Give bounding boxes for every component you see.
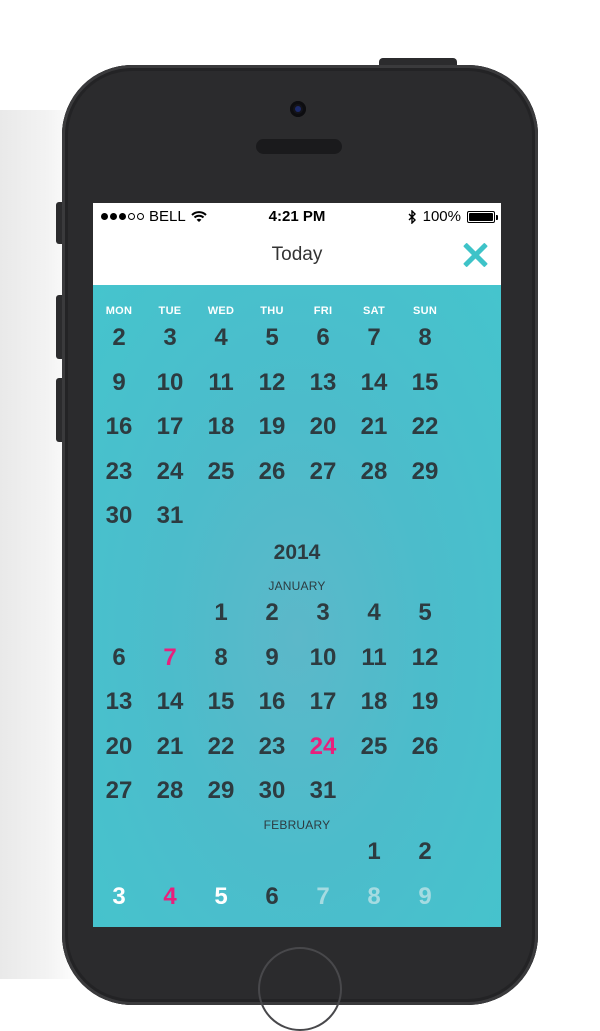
january-day[interactable]: 11 xyxy=(349,643,399,673)
january-day[interactable]: 5 xyxy=(400,598,450,628)
january-day[interactable]: 14 xyxy=(145,687,195,717)
january-day[interactable]: 19 xyxy=(400,687,450,717)
status-bar: BELL 4:21 PM 100% xyxy=(93,203,501,229)
january-day[interactable]: 21 xyxy=(145,732,195,762)
january-day[interactable]: 15 xyxy=(196,687,246,717)
january-day[interactable]: 9 xyxy=(247,643,297,673)
december-day[interactable]: 12 xyxy=(247,368,297,398)
december-day[interactable]: 22 xyxy=(400,412,450,442)
weekday-label: SAT xyxy=(362,305,386,317)
home-button[interactable] xyxy=(258,947,342,1031)
january-day[interactable]: 7 xyxy=(145,643,195,673)
december-day[interactable]: 20 xyxy=(298,412,348,442)
january-day[interactable]: 28 xyxy=(145,776,195,806)
february-day[interactable]: 6 xyxy=(247,882,297,912)
december-day[interactable]: 5 xyxy=(247,323,297,353)
january-day[interactable]: 2 xyxy=(247,598,297,628)
bluetooth-icon xyxy=(408,209,416,224)
january-day[interactable]: 31 xyxy=(298,776,348,806)
january-day[interactable]: 1 xyxy=(196,598,246,628)
nav-bar: Today xyxy=(93,229,501,285)
earpiece-speaker xyxy=(256,139,342,154)
month-label-february: FEBRUARY xyxy=(263,818,331,832)
weekday-label: WED xyxy=(207,305,235,317)
december-day[interactable]: 7 xyxy=(349,323,399,353)
december-day[interactable]: 9 xyxy=(94,368,144,398)
january-day[interactable]: 16 xyxy=(247,687,297,717)
january-day[interactable]: 3 xyxy=(298,598,348,628)
december-day[interactable]: 23 xyxy=(94,457,144,487)
january-day[interactable]: 22 xyxy=(196,732,246,762)
december-day[interactable]: 8 xyxy=(400,323,450,353)
battery-percent: 100% xyxy=(422,208,461,225)
december-day[interactable]: 25 xyxy=(196,457,246,487)
january-day[interactable]: 27 xyxy=(94,776,144,806)
month-label-january: JANUARY xyxy=(268,579,326,593)
december-day[interactable]: 11 xyxy=(196,368,246,398)
december-day[interactable]: 21 xyxy=(349,412,399,442)
january-day[interactable]: 12 xyxy=(400,643,450,673)
weekday-label: FRI xyxy=(313,305,333,317)
january-day[interactable]: 4 xyxy=(349,598,399,628)
december-day[interactable]: 31 xyxy=(145,501,195,531)
february-day[interactable]: 8 xyxy=(349,882,399,912)
february-day[interactable]: 3 xyxy=(94,882,144,912)
status-right-group: 100% xyxy=(408,208,498,225)
battery-icon xyxy=(467,210,498,223)
january-day[interactable]: 23 xyxy=(247,732,297,762)
close-icon[interactable] xyxy=(461,241,489,269)
december-day[interactable]: 14 xyxy=(349,368,399,398)
weekday-label: MON xyxy=(105,305,133,317)
january-day[interactable]: 17 xyxy=(298,687,348,717)
february-day[interactable]: 5 xyxy=(196,882,246,912)
december-day[interactable]: 24 xyxy=(145,457,195,487)
january-day[interactable]: 29 xyxy=(196,776,246,806)
december-day[interactable]: 10 xyxy=(145,368,195,398)
january-day[interactable]: 10 xyxy=(298,643,348,673)
front-camera xyxy=(290,101,306,117)
december-day[interactable]: 27 xyxy=(298,457,348,487)
phone-screen: BELL 4:21 PM 100% Today MON TUE WED THU FRI S… xyxy=(93,203,501,927)
december-day[interactable]: 2 xyxy=(94,323,144,353)
february-day[interactable]: 7 xyxy=(298,882,348,912)
december-day[interactable]: 16 xyxy=(94,412,144,442)
january-day[interactable]: 25 xyxy=(349,732,399,762)
year-label: 2014 xyxy=(273,541,321,564)
december-day[interactable]: 29 xyxy=(400,457,450,487)
january-day[interactable]: 26 xyxy=(400,732,450,762)
weekday-label: TUE xyxy=(158,305,182,317)
january-day[interactable]: 30 xyxy=(247,776,297,806)
february-day[interactable]: 9 xyxy=(400,882,450,912)
december-day[interactable]: 28 xyxy=(349,457,399,487)
february-day[interactable]: 1 xyxy=(349,837,399,867)
january-day[interactable]: 13 xyxy=(94,687,144,717)
december-day[interactable]: 6 xyxy=(298,323,348,353)
december-day[interactable]: 3 xyxy=(145,323,195,353)
february-day[interactable]: 4 xyxy=(145,882,195,912)
december-day[interactable]: 13 xyxy=(298,368,348,398)
weekday-label: THU xyxy=(260,305,284,317)
december-day[interactable]: 15 xyxy=(400,368,450,398)
january-day[interactable]: 18 xyxy=(349,687,399,717)
february-day[interactable]: 2 xyxy=(400,837,450,867)
weekday-label: SUN xyxy=(412,305,438,317)
nav-title: Today xyxy=(271,244,323,265)
december-day[interactable]: 17 xyxy=(145,412,195,442)
january-day[interactable]: 8 xyxy=(196,643,246,673)
calendar-view: MON TUE WED THU FRI SAT SUN 2 3 4 5 6 7 8 9 10 11 12 13 14… xyxy=(93,285,501,927)
december-day[interactable]: 4 xyxy=(196,323,246,353)
december-day[interactable]: 18 xyxy=(196,412,246,442)
december-day[interactable]: 30 xyxy=(94,501,144,531)
december-day[interactable]: 26 xyxy=(247,457,297,487)
january-day[interactable]: 24 xyxy=(298,732,348,762)
january-day[interactable]: 20 xyxy=(94,732,144,762)
december-day[interactable]: 19 xyxy=(247,412,297,442)
january-day[interactable]: 6 xyxy=(94,643,144,673)
weekday-header: MON TUE WED THU FRI SAT SUN xyxy=(93,305,501,319)
